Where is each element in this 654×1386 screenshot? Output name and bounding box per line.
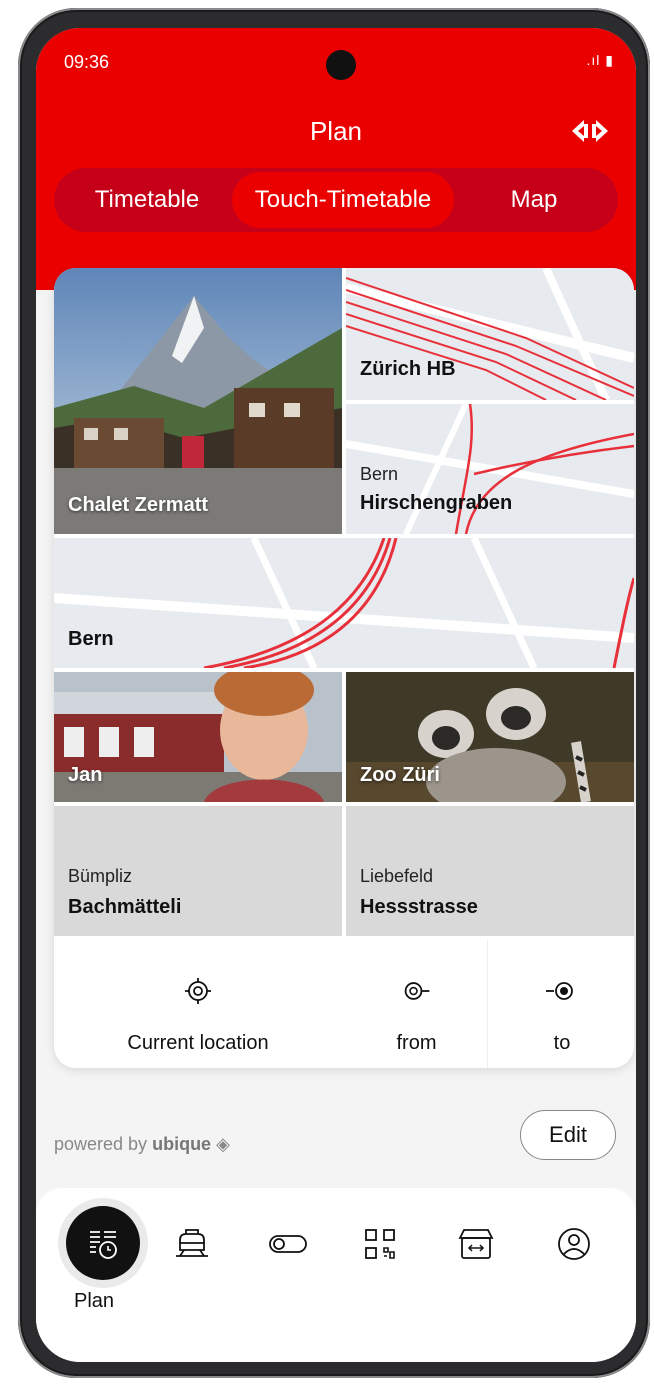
app-screen: 09:36 .ıl ▮ Plan Timetable Touch-Timetab… [36, 28, 636, 1362]
tile-bern[interactable]: Bern [54, 538, 634, 668]
tile-bern-hirschengraben[interactable]: Bern Hirschengraben [346, 404, 634, 534]
ubique-logo-icon: ◈ [216, 1134, 230, 1154]
timetable-clock-icon [90, 1231, 117, 1259]
front-camera [326, 50, 356, 80]
signal-battery-icon: .ıl ▮ [586, 52, 614, 68]
status-bar: 09:36 .ıl ▮ [36, 28, 636, 88]
nav-qr-code-icon[interactable] [354, 1218, 406, 1270]
tile-label: Hessstrasse [360, 896, 478, 918]
destination-icon [546, 982, 573, 1000]
tile-sublabel: Bümpliz [68, 866, 133, 886]
view-tabs: Timetable Touch-Timetable Map [54, 168, 618, 232]
tile-zoo-zueri[interactable]: Zoo Züri [346, 672, 634, 802]
to-button[interactable]: to [490, 940, 634, 1068]
tile-jan[interactable]: Jan [54, 672, 342, 802]
tile-label: Jan [68, 764, 103, 786]
favorites-grid: Chalet Zermatt Zürich HB Bern Hirschengr… [54, 268, 634, 1068]
map-thumbnail [54, 538, 634, 668]
tile-sublabel: Liebefeld [360, 866, 434, 886]
tile-label: Bern [68, 628, 114, 650]
nav-shop-icon[interactable] [450, 1218, 502, 1270]
powered-prefix: powered by [54, 1134, 148, 1154]
nav-plan-label: Plan [74, 1290, 115, 1312]
tile-label: Zoo Züri [360, 764, 440, 786]
origin-icon [404, 982, 430, 1000]
tile-label: Chalet Zermatt [68, 494, 209, 516]
tab-touch-timetable[interactable]: Touch-Timetable [232, 172, 454, 228]
tile-zurich-hb[interactable]: Zürich HB [346, 268, 634, 400]
nav-toggle-icon[interactable] [262, 1218, 314, 1270]
current-location-label: Current location [127, 1032, 269, 1054]
sbb-logo-icon[interactable] [570, 116, 610, 146]
nav-profile-icon[interactable] [548, 1218, 600, 1270]
ubique-brand: ubique [152, 1134, 212, 1154]
nav-plan-button[interactable] [66, 1206, 140, 1280]
tile-sublabel: Bern [360, 464, 399, 484]
tile-chalet-zermatt[interactable]: Chalet Zermatt [54, 268, 342, 534]
powered-by-ubique[interactable]: powered by ubique ◈ [54, 1134, 230, 1155]
from-label: from [396, 1032, 437, 1054]
from-button[interactable]: from [346, 940, 488, 1068]
tile-buempliz-bachmaetteli[interactable]: Bümpliz Bachmätteli [54, 806, 342, 936]
current-location-button[interactable]: Current location [54, 940, 342, 1068]
tile-label: Zürich HB [360, 358, 456, 380]
page-title: Plan [309, 116, 363, 146]
bottom-navigation: Plan [36, 1188, 636, 1362]
tile-label: Bachmätteli [68, 896, 182, 918]
tile-label: Hirschengraben [360, 492, 513, 514]
status-time: 09:36 [64, 52, 110, 72]
to-label: to [553, 1032, 571, 1054]
tab-timetable[interactable]: Timetable [62, 172, 232, 228]
nav-train-icon[interactable] [166, 1218, 218, 1270]
tab-map[interactable]: Map [454, 172, 614, 228]
crosshair-icon [185, 978, 211, 1004]
edit-button[interactable]: Edit [520, 1110, 616, 1160]
tile-liebefeld-hessstrasse[interactable]: Liebefeld Hessstrasse [346, 806, 634, 936]
